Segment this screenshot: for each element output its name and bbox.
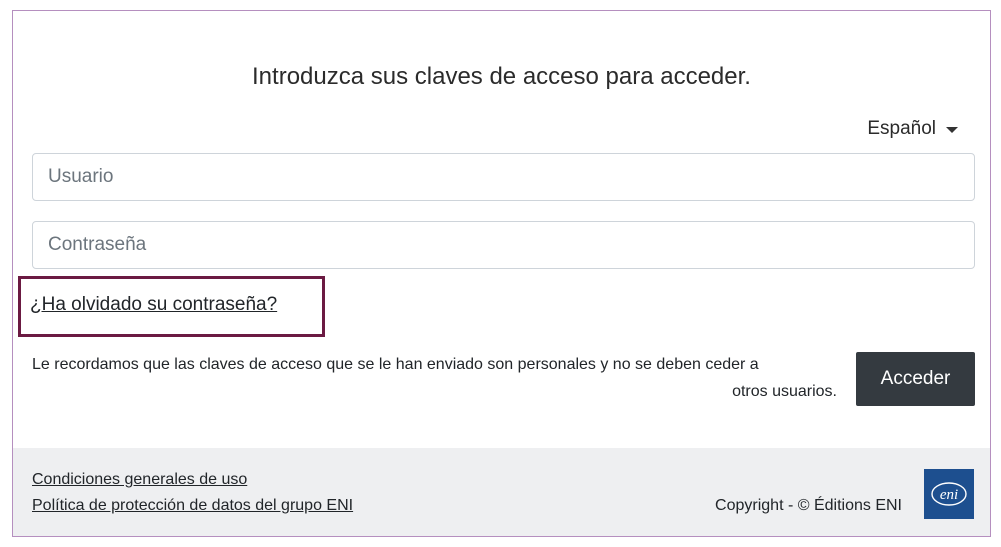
notice-line-2: otros usuarios. bbox=[732, 383, 837, 400]
login-panel: Introduzca sus claves de acceso para acc… bbox=[12, 10, 991, 537]
login-button[interactable]: Acceder bbox=[856, 352, 975, 406]
eni-logo: eni bbox=[924, 469, 974, 519]
copyright-text: Copyright - © Éditions ENI bbox=[715, 497, 902, 514]
page-title: Introduzca sus claves de acceso para acc… bbox=[252, 63, 751, 90]
username-input[interactable] bbox=[32, 153, 975, 201]
terms-link[interactable]: Condiciones generales de uso bbox=[32, 471, 247, 489]
forgot-password-link[interactable]: ¿Ha olvidado su contraseña? bbox=[30, 294, 277, 316]
notice-line-1: Le recordamos que las claves de acceso q… bbox=[32, 356, 759, 373]
language-selector[interactable]: Español bbox=[867, 118, 958, 140]
privacy-link[interactable]: Política de protección de datos del grup… bbox=[32, 497, 353, 515]
eni-logo-icon: eni bbox=[931, 482, 967, 506]
caret-down-icon bbox=[946, 127, 958, 133]
security-notice: Le recordamos que las claves de acceso q… bbox=[32, 351, 837, 405]
logo-text: eni bbox=[940, 487, 958, 503]
password-input[interactable] bbox=[32, 221, 975, 269]
language-label: Español bbox=[867, 118, 936, 139]
footer bbox=[13, 448, 990, 536]
